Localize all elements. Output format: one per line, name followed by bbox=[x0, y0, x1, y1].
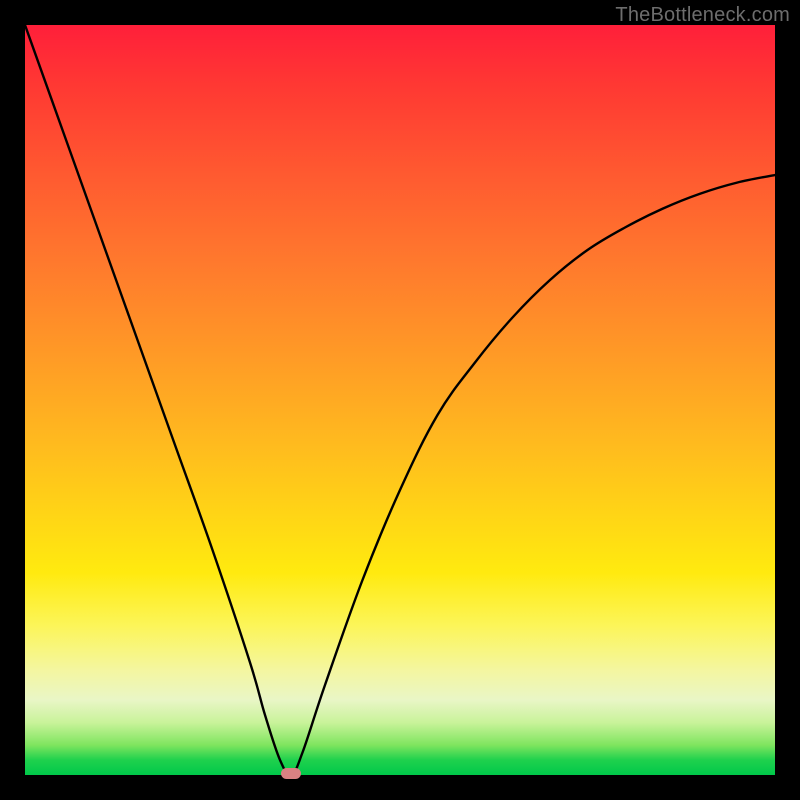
chart-frame: TheBottleneck.com bbox=[0, 0, 800, 800]
watermark-text: TheBottleneck.com bbox=[615, 4, 790, 27]
optimal-point-marker bbox=[281, 768, 301, 779]
plot-area bbox=[25, 25, 775, 775]
bottleneck-curve bbox=[25, 25, 775, 775]
